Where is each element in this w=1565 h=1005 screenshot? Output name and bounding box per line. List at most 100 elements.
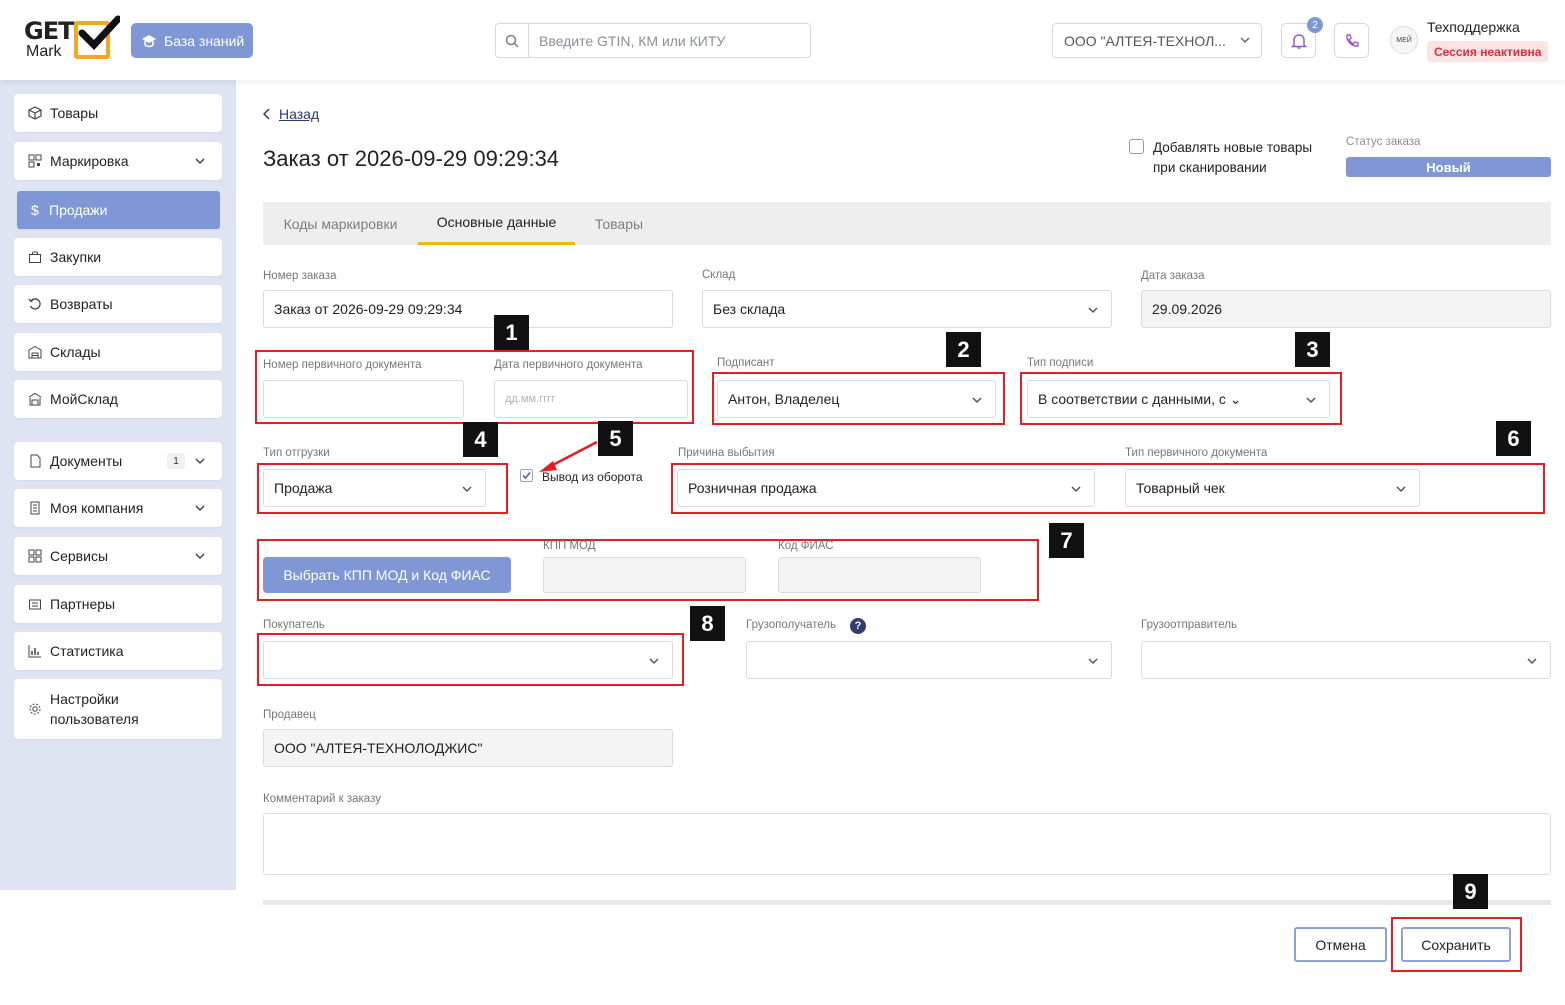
return-icon: [28, 298, 41, 310]
buyer-label: Покупатель: [263, 619, 325, 631]
sidebar-item-marking[interactable]: Маркировка: [14, 142, 222, 180]
page-title: Заказ от 2026-09-29 09:29:34: [263, 146, 560, 171]
sidebar-item-warehouses[interactable]: Склады: [14, 333, 222, 371]
consignee-select[interactable]: [746, 641, 1112, 679]
tab-main-data[interactable]: Основные данные: [418, 202, 575, 245]
chevron-down-icon: [1088, 307, 1098, 314]
sidebar-item-services[interactable]: Сервисы: [14, 537, 222, 575]
fias-field[interactable]: [778, 557, 981, 593]
chevron-down-icon: [1071, 486, 1081, 493]
sidebar-item-label: Настройки пользователя: [50, 691, 139, 727]
logo-check-icon: [78, 15, 120, 51]
order-number-field[interactable]: Заказ от 2026-09-29 09:29:34: [263, 290, 673, 328]
annotation-arrow-5: [539, 440, 598, 472]
building-icon: [30, 501, 40, 515]
save-button[interactable]: Сохранить: [1401, 927, 1511, 962]
sidebar-item-documents[interactable]: Документы 1: [14, 442, 222, 480]
sidebar-item-label: Документы: [50, 453, 123, 469]
annotation-marker-3: 3: [1295, 332, 1330, 367]
annotation-marker-8: 8: [690, 606, 725, 641]
signature-type-label: Тип подписи: [1027, 357, 1094, 369]
add-on-scan-label: Добавлять новые товары при сканировании: [1153, 140, 1313, 175]
sidebar-item-label: МойСклад: [50, 391, 118, 407]
top-header: GET Mark База знаний ООО "АЛТЕЯ-ТЕХНОЛ..…: [0, 0, 1565, 80]
sidebar-item-sales[interactable]: $ Продажи: [17, 191, 220, 229]
shipment-type-select[interactable]: Продажа: [263, 469, 486, 507]
annotation-marker-1: 1: [494, 315, 529, 350]
disposal-reason-label: Причина выбытия: [678, 447, 775, 459]
cancel-button[interactable]: Отмена: [1294, 927, 1387, 962]
shipment-type-label: Тип отгрузки: [263, 447, 330, 459]
box-icon: [28, 106, 42, 120]
shipper-select[interactable]: [1141, 641, 1551, 679]
getmark-logo[interactable]: GET Mark: [24, 15, 120, 63]
primary-doc-date-field[interactable]: дд.мм.гггг: [494, 380, 688, 418]
primary-doc-number-label: Номер первичного документа: [263, 359, 422, 371]
order-number-value: Заказ от 2026-09-29 09:29:34: [274, 301, 463, 317]
partners-icon: [29, 599, 41, 610]
bag-icon: [29, 251, 41, 263]
grid-icon: [28, 549, 42, 563]
order-status-badge: Новый: [1346, 157, 1551, 177]
help-icon[interactable]: ?: [850, 618, 866, 634]
chevron-down-icon: [1527, 658, 1537, 665]
seller-field[interactable]: ООО "АЛТЕЯ-ТЕХНОЛОДЖИС": [263, 729, 673, 767]
knowledge-base-button[interactable]: База знаний: [131, 23, 253, 58]
chevron-down-icon: [195, 458, 205, 465]
sidebar-item-label: Возвраты: [50, 296, 113, 312]
consignee-label: Грузополучатель: [746, 619, 836, 631]
annotation-marker-6: 6: [1496, 421, 1531, 456]
warehouse-label: Склад: [702, 269, 736, 281]
sidebar-item-purchases[interactable]: Закупки: [14, 238, 222, 276]
primary-doc-number-field[interactable]: [263, 380, 464, 418]
warehouse-select[interactable]: Без склада: [702, 290, 1112, 328]
organization-value: ООО "АЛТЕЯ-ТЕХНОЛ...: [1064, 32, 1226, 49]
signer-select[interactable]: Антон, Владелец: [717, 380, 996, 418]
sidebar-item-products[interactable]: Товары: [14, 94, 222, 132]
moysklad-icon: [28, 392, 42, 406]
shipment-type-value: Продажа: [274, 480, 333, 496]
select-kpp-fias-button[interactable]: Выбрать КПП МОД и Код ФИАС: [263, 557, 511, 593]
sidebar-item-user-settings[interactable]: Настройки пользователя: [14, 679, 222, 739]
documents-count-badge: 1: [167, 453, 185, 469]
warehouse-icon: [28, 345, 42, 359]
chevron-down-icon: [462, 486, 472, 493]
back-link[interactable]: Назад: [263, 106, 319, 122]
buyer-select[interactable]: [263, 641, 673, 679]
order-date-label: Дата заказа: [1141, 270, 1205, 282]
signature-type-select[interactable]: В соответствии с данными, с ⌄: [1027, 380, 1330, 418]
withdrawal-checkbox[interactable]: [520, 469, 533, 482]
add-on-scan-checkbox[interactable]: [1129, 139, 1144, 154]
graduation-cap-icon: [142, 34, 156, 47]
tab-products[interactable]: Товары: [575, 202, 663, 245]
primary-doc-type-select[interactable]: Товарный чек: [1125, 469, 1420, 507]
chevron-down-icon: [195, 553, 205, 560]
tab-marking-codes[interactable]: Коды маркировки: [263, 202, 418, 245]
chevron-down-icon: [1088, 658, 1098, 665]
sidebar-item-statistics[interactable]: Статистика: [14, 632, 222, 670]
order-date-field[interactable]: 29.09.2026: [1141, 290, 1551, 328]
sidebar-item-partners[interactable]: Партнеры: [14, 585, 222, 623]
phone-button[interactable]: [1334, 23, 1369, 58]
bell-icon: [1290, 33, 1307, 49]
organization-select[interactable]: ООО "АЛТЕЯ-ТЕХНОЛ...: [1052, 23, 1262, 58]
sidebar-item-returns[interactable]: Возвраты: [14, 285, 222, 323]
form-divider: [263, 900, 1551, 905]
search-input[interactable]: [529, 32, 799, 49]
gear-icon: [29, 703, 41, 715]
primary-doc-type-value: Товарный чек: [1136, 480, 1225, 496]
sidebar-item-moysklad[interactable]: МойСклад: [14, 380, 222, 418]
avatar[interactable]: МЕЙ: [1390, 26, 1418, 54]
knowledge-base-label: База знаний: [164, 32, 245, 49]
disposal-reason-select[interactable]: Розничная продажа: [677, 469, 1095, 507]
logo-text-get: GET: [24, 17, 74, 45]
kpp-mod-field[interactable]: [543, 557, 746, 593]
sidebar-item-label: Закупки: [50, 249, 102, 265]
comment-textarea[interactable]: [263, 813, 1551, 875]
search-box[interactable]: [495, 23, 811, 58]
chevron-down-icon: [1306, 397, 1316, 404]
dollar-icon: $: [31, 202, 39, 218]
tabs-bar: Коды маркировки Основные данные Товары: [263, 202, 1551, 245]
sidebar-item-my-company[interactable]: Моя компания: [14, 489, 222, 527]
order-date-value: 29.09.2026: [1152, 301, 1223, 317]
